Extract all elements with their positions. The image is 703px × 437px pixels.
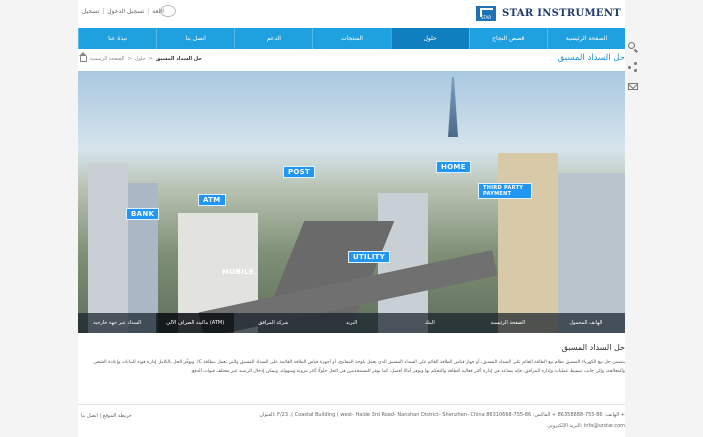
nav-home[interactable]: الصفحة الرئيسية [546,28,625,49]
nav-products[interactable]: المنتجات [312,28,390,49]
sign-home: HOME [436,161,471,173]
breadcrumb-solutions[interactable]: حلول [135,56,146,62]
footer-links[interactable]: خريطة الموقع | اتصل بنا [81,413,132,419]
logo-mark: STAR [476,6,497,21]
sign-post: POST [283,166,316,178]
page-container: تسجيل | تسجيل الدخول | اللغة STAR STAR I… [78,0,625,437]
skyline-building [128,183,158,333]
hero-tab-home[interactable]: الصفحة الرئيسية [469,313,547,333]
mail-button[interactable] [628,82,638,92]
share-icon [628,62,638,72]
separator: | [147,8,150,15]
page-title: حل السداد المسبق [557,53,625,63]
hero-tabs: الهاتف المحمول الصفحة الرئيسية البنك الب… [78,313,625,333]
share-button[interactable] [628,62,638,72]
hero-tab-atm[interactable]: ماكينة الصراف الآلي (ATM) [156,313,235,333]
footer: خريطة الموقع | اتصل بنا العنوان: F/23 ,(… [78,404,625,437]
search-button[interactable] [628,42,638,52]
content-heading: حل السداد المسبق [561,343,625,352]
content-paragraph: يتضمن حل بيع الكهرباء المسبق نظام بيع ال… [93,360,625,374]
skyline-building [558,173,625,333]
skyline-building [498,153,558,333]
nav-support[interactable]: الدعم [234,28,312,49]
hero-tab-mobile[interactable]: الهاتف المحمول [547,313,625,333]
breadcrumb-sep: > [127,56,132,62]
sign-mobile: MOBILE [222,268,254,276]
sign-atm: ATM [198,194,226,206]
side-tools [627,42,639,92]
hero-tab-bank[interactable]: البنك [391,313,469,333]
sign-bank: BANK [126,208,160,220]
separator: | [102,8,105,15]
tower [448,77,458,137]
breadcrumb-home[interactable]: الصفحة الرئيسية [90,56,125,62]
hero-tab-utility[interactable]: شركة المرافق [234,313,312,333]
skyline-building [378,193,428,333]
main-nav: الصفحة الرئيسية قصص النجاح حلول المنتجات… [78,28,625,49]
globe-icon[interactable] [160,5,176,17]
footer-email[interactable]: البريد الإلكتروني: info@szstar.com [547,423,625,429]
breadcrumb: الصفحة الرئيسية > حلول > حل السداد المسب… [78,52,202,62]
sign-utility: UTILITY [348,251,391,263]
home-icon [79,52,87,62]
login-link[interactable]: تسجيل الدخول [107,8,144,15]
breadcrumb-sep: > [148,56,153,62]
skyline-building [88,163,128,333]
hero-tab-post[interactable]: البريد [312,313,390,333]
hero-illustration: BANK ATM POST UTILITY THIRD PARTY PAYMEN… [78,71,625,333]
nav-solutions[interactable]: حلول [390,28,469,49]
search-icon [628,42,635,49]
header: تسجيل | تسجيل الدخول | اللغة STAR STAR I… [78,0,625,28]
logo[interactable]: STAR STAR INSTRUMENT [476,6,621,21]
register-link[interactable]: تسجيل [82,8,99,15]
top-links: تسجيل | تسجيل الدخول | اللغة [82,8,164,15]
breadcrumb-current: حل السداد المسبق [155,56,202,62]
hero-tab-third-party[interactable]: السداد عبر جهة خارجية [78,313,156,333]
footer-address: العنوان: F/23 ,( Coastal Building ( west… [259,412,625,418]
logo-text: STAR INSTRUMENT [502,8,621,19]
nav-success-stories[interactable]: قصص النجاح [468,28,547,49]
title-row: حل السداد المسبق الصفحة الرئيسية > حلول … [78,52,625,67]
nav-about[interactable]: نبذة عنا [78,28,156,49]
sign-third-party: THIRD PARTY PAYMENT [478,183,532,199]
nav-contact[interactable]: اتصل بنا [156,28,234,49]
mail-icon [628,83,638,90]
